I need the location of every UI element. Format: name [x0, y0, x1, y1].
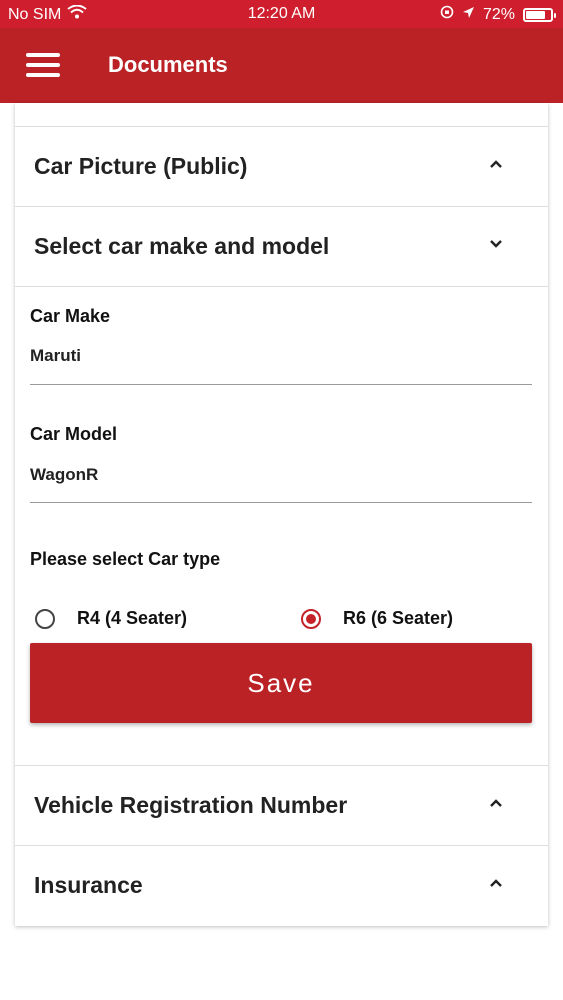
hamburger-icon[interactable]: [24, 48, 64, 82]
chevron-up-icon: [490, 158, 502, 170]
section-car-picture[interactable]: Car Picture (Public): [15, 126, 548, 205]
car-make-label: Car Make: [30, 306, 111, 326]
radio-r6[interactable]: R6 (6 Seater): [301, 608, 453, 629]
battery-icon: [523, 7, 556, 22]
chevron-down-icon: [490, 238, 502, 250]
section-title: Car Picture (Public): [34, 153, 248, 179]
car-model-label: Car Model: [30, 424, 118, 444]
orientation-lock-icon: [440, 5, 454, 24]
radio-label: R4 (4 Seater): [77, 608, 188, 628]
car-model-underline: [30, 502, 532, 503]
car-make-input[interactable]: Maruti: [30, 346, 81, 366]
chevron-up-icon: [490, 877, 502, 889]
car-type-prompt: Please select Car type: [30, 549, 221, 569]
radio-label: R6 (6 Seater): [343, 608, 454, 628]
section-title: Insurance: [34, 872, 143, 898]
radio-button-selected-icon: [301, 608, 321, 629]
chevron-up-icon: [490, 797, 502, 809]
car-model-input[interactable]: WagonR: [30, 465, 98, 485]
page-title: Documents: [108, 52, 228, 77]
battery-percent: 72%: [482, 5, 515, 23]
section-insurance[interactable]: Insurance: [15, 845, 548, 924]
radio-button-icon: [35, 608, 55, 629]
app-bar: Documents: [0, 28, 563, 103]
section-car-make-model[interactable]: Select car make and model: [15, 206, 548, 285]
save-button[interactable]: Save: [30, 643, 532, 723]
radio-r4[interactable]: R4 (4 Seater): [35, 608, 187, 629]
section-title: Vehicle Registration Number: [34, 792, 348, 818]
section-vehicle-registration[interactable]: Vehicle Registration Number: [15, 765, 548, 844]
location-icon: [462, 6, 475, 24]
documents-card: Car Picture (Public) Select car make and…: [15, 103, 548, 926]
car-make-underline: [30, 384, 532, 385]
status-bar: No SIM 12:20 AM 72%: [0, 0, 563, 28]
section-title: Select car make and model: [34, 233, 330, 259]
